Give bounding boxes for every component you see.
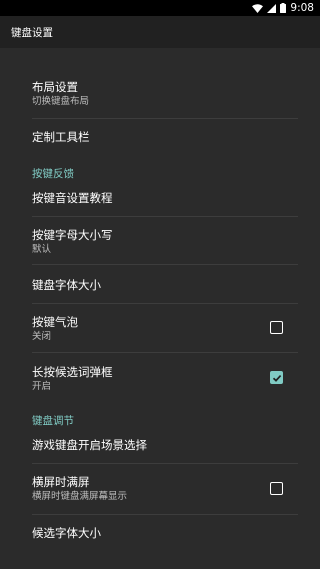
pref-summary: 默认	[32, 244, 52, 255]
pref-title: 键盘字体大小	[32, 278, 101, 292]
pref-custom-toolbar[interactable]: 定制工具栏	[32, 130, 298, 144]
divider	[32, 118, 298, 119]
check-icon	[272, 374, 281, 382]
pref-title: 按键音设置教程	[32, 191, 113, 205]
pref-title: 定制工具栏	[32, 130, 90, 144]
pref-summary: 开启	[32, 381, 52, 392]
page-title: 键盘设置	[11, 26, 53, 39]
pref-title: 游戏键盘开启场景选择	[32, 438, 147, 452]
pref-title: 长按候选词弹框	[32, 365, 113, 379]
pref-landscape-fullscreen[interactable]: 横屏时满屏 横屏时键盘满屏幕显示	[32, 475, 298, 503]
long-press-popup-checkbox[interactable]	[270, 371, 283, 384]
pref-title: 按键气泡	[32, 315, 78, 329]
category-keyboard-adjust: 键盘调节	[32, 415, 74, 427]
divider	[32, 303, 298, 304]
pref-title: 候选字体大小	[32, 526, 101, 540]
wifi-icon	[252, 3, 264, 13]
divider	[32, 264, 298, 265]
pref-summary: 横屏时键盘满屏幕显示	[32, 491, 128, 502]
divider	[32, 463, 298, 464]
divider	[32, 352, 298, 353]
pref-summary: 切换键盘布局	[32, 96, 90, 107]
pref-letter-case[interactable]: 按键字母大小写 默认	[32, 228, 298, 256]
divider	[32, 216, 298, 217]
pref-key-bubble[interactable]: 按键气泡 关闭	[32, 315, 298, 343]
app-bar: 键盘设置	[0, 16, 320, 48]
pref-key-sound-tutorial[interactable]: 按键音设置教程	[32, 191, 298, 205]
battery-icon	[280, 3, 287, 13]
pref-layout-settings[interactable]: 布局设置 切换键盘布局	[32, 80, 298, 108]
landscape-fullscreen-checkbox[interactable]	[270, 482, 283, 495]
pref-title: 布局设置	[32, 80, 78, 94]
divider	[32, 514, 298, 515]
pref-long-press-popup[interactable]: 长按候选词弹框 开启	[32, 365, 298, 393]
pref-game-scene[interactable]: 游戏键盘开启场景选择	[32, 438, 298, 452]
pref-summary: 关闭	[32, 331, 52, 342]
pref-keyboard-font-size[interactable]: 键盘字体大小	[32, 278, 298, 292]
pref-title: 横屏时满屏	[32, 475, 90, 489]
category-key-feedback: 按键反馈	[32, 168, 74, 180]
pref-candidate-font-size[interactable]: 候选字体大小	[32, 526, 298, 540]
status-bar: 9:08	[0, 0, 320, 16]
pref-title: 按键字母大小写	[32, 228, 113, 242]
key-bubble-checkbox[interactable]	[270, 321, 283, 334]
status-time: 9:08	[290, 2, 314, 14]
signal-icon	[267, 3, 277, 13]
